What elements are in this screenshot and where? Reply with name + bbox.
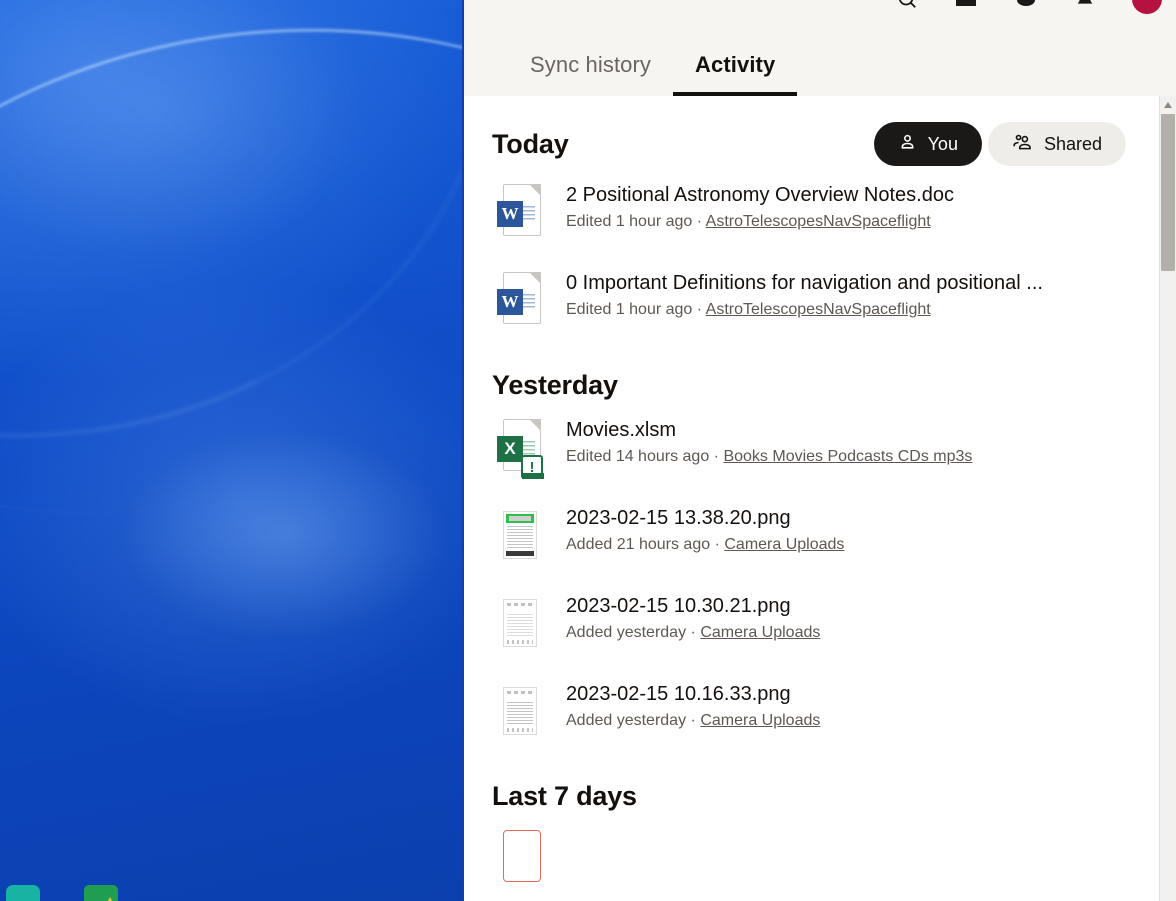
desktop-wallpaper — [0, 0, 462, 901]
file-icon-wrap — [492, 826, 548, 888]
file-name: 0 Important Definitions for navigation a… — [566, 272, 1043, 294]
list-item[interactable]: W 0 Important Definitions for navigation… — [492, 254, 1176, 342]
filter-shared-label: Shared — [1043, 133, 1102, 154]
file-subtext: Edited 1 hour ago · AstroTelescopesNavSp… — [566, 301, 1176, 319]
file-icon-wrap — [492, 503, 548, 565]
file-icon-wrap: X — [492, 415, 548, 479]
file-action: Edited 1 hour ago — [566, 213, 693, 230]
pdf-file-icon — [497, 830, 543, 886]
scrollbar-thumb[interactable] — [1161, 114, 1175, 271]
file-subtext: Added yesterday · Camera Uploads — [566, 712, 1176, 730]
image-thumbnail-plain — [503, 687, 537, 735]
file-meta: Movies.xlsm Edited 14 hours ago · Books … — [566, 415, 1176, 466]
file-subtext: Edited 14 hours ago · Books Movies Podca… — [566, 448, 1176, 466]
file-icon-wrap — [492, 591, 548, 653]
section-header-today: Today You Shared — [464, 96, 1176, 166]
separator: · — [714, 536, 720, 553]
excel-file-icon: X — [497, 419, 544, 479]
file-icon-wrap: W — [492, 268, 548, 330]
file-name: 2 Positional Astronomy Overview Notes.do… — [566, 184, 954, 206]
list-item[interactable]: 2023-02-15 10.16.33.png Added yesterday … — [492, 665, 1176, 753]
folder-link[interactable]: AstroTelescopesNavSpaceflight — [706, 301, 931, 318]
file-action: Added yesterday — [566, 712, 687, 729]
list-item[interactable] — [492, 812, 1176, 900]
section-title-today: Today — [492, 128, 569, 159]
activity-filter-toggle: You Shared — [873, 122, 1126, 166]
list-item[interactable]: 2023-02-15 10.30.21.png Added yesterday … — [492, 577, 1176, 665]
image-thumbnail-green — [503, 511, 537, 559]
separator: · — [696, 301, 703, 318]
file-action: Edited 14 hours ago — [566, 448, 710, 465]
bell-icon[interactable] — [1074, 0, 1096, 10]
people-icon — [1012, 132, 1033, 156]
file-action: Added 21 hours ago — [566, 536, 711, 553]
file-meta: 2023-02-15 13.38.20.png Added 21 hours a… — [566, 503, 1176, 554]
folder-link[interactable]: AstroTelescopesNavSpaceflight — [706, 213, 931, 230]
folder-link[interactable]: Camera Uploads — [700, 624, 820, 641]
wallpaper-glow-top — [0, 0, 370, 260]
file-meta — [566, 826, 1176, 829]
scroll-up-arrow-icon[interactable] — [1160, 96, 1176, 113]
list-item[interactable]: 2023-02-15 13.38.20.png Added 21 hours a… — [492, 489, 1176, 577]
list-item[interactable]: W 2 Positional Astronomy Overview Notes.… — [492, 166, 1176, 254]
separator: · — [713, 448, 719, 465]
tab-activity[interactable]: Activity — [673, 52, 798, 96]
section-title-yesterday: Yesterday — [492, 370, 618, 400]
file-action: Added yesterday — [566, 624, 687, 641]
filter-shared-button[interactable]: Shared — [987, 122, 1126, 166]
person-icon — [898, 132, 917, 156]
activity-list-container: Today You Shared W 2 Positional Astronom… — [464, 96, 1176, 901]
file-name: 2023-02-15 10.16.33.png — [566, 683, 791, 705]
wallpaper-glow-middle — [120, 430, 450, 640]
separator: · — [690, 712, 696, 729]
list-item[interactable]: X Movies.xlsm Edited 14 hours ago · Book… — [492, 401, 1176, 489]
file-icon-wrap: W — [492, 180, 548, 242]
dropbox-activity-panel: Sync history Activity Today You Shared W… — [462, 0, 1176, 901]
activity-list-today: W 2 Positional Astronomy Overview Notes.… — [464, 166, 1176, 342]
file-meta: 2023-02-15 10.16.33.png Added yesterday … — [566, 679, 1176, 730]
activity-list-last-7-days — [464, 812, 1176, 900]
word-file-icon: W — [497, 184, 543, 240]
word-file-icon: W — [497, 272, 543, 328]
file-subtext: Added yesterday · Camera Uploads — [566, 624, 1176, 642]
desktop-icon-teal[interactable] — [6, 885, 40, 901]
tab-bar: Sync history Activity — [464, 14, 1176, 96]
separator: · — [696, 213, 703, 230]
file-action: Edited 1 hour ago — [566, 301, 693, 318]
vertical-scrollbar[interactable] — [1159, 96, 1176, 901]
file-meta: 2 Positional Astronomy Overview Notes.do… — [566, 180, 1176, 231]
filter-you-label: You — [927, 133, 958, 154]
file-name: 2023-02-15 13.38.20.png — [566, 507, 791, 529]
file-subtext: Added 21 hours ago · Camera Uploads — [566, 536, 1176, 554]
search-icon[interactable] — [896, 0, 918, 10]
separator: · — [690, 624, 696, 641]
activity-list-yesterday: X Movies.xlsm Edited 14 hours ago · Book… — [464, 401, 1176, 753]
file-meta: 2023-02-15 10.30.21.png Added yesterday … — [566, 591, 1176, 642]
alert-badge-icon — [521, 455, 544, 479]
filter-you-button[interactable]: You — [873, 122, 982, 166]
tab-sync-history[interactable]: Sync history — [508, 52, 673, 96]
image-thumbnail-faint — [503, 599, 537, 647]
avatar[interactable] — [1132, 0, 1162, 14]
cloud-icon[interactable] — [1014, 0, 1038, 11]
app-toolbar — [464, 0, 1176, 14]
folder-link[interactable]: Books Movies Podcasts CDs mp3s — [723, 448, 972, 465]
folder-link[interactable]: Camera Uploads — [700, 712, 820, 729]
file-meta: 0 Important Definitions for navigation a… — [566, 268, 1176, 319]
section-title-last-7-days: Last 7 days — [492, 781, 637, 811]
file-name: 2023-02-15 10.30.21.png — [566, 595, 791, 617]
file-subtext: Edited 1 hour ago · AstroTelescopesNavSp… — [566, 213, 1176, 231]
folder-icon[interactable] — [954, 0, 978, 11]
file-name: Movies.xlsm — [566, 419, 677, 441]
file-icon-wrap — [492, 679, 548, 741]
folder-link[interactable]: Camera Uploads — [724, 536, 844, 553]
desktop-icon-green[interactable] — [84, 885, 118, 901]
